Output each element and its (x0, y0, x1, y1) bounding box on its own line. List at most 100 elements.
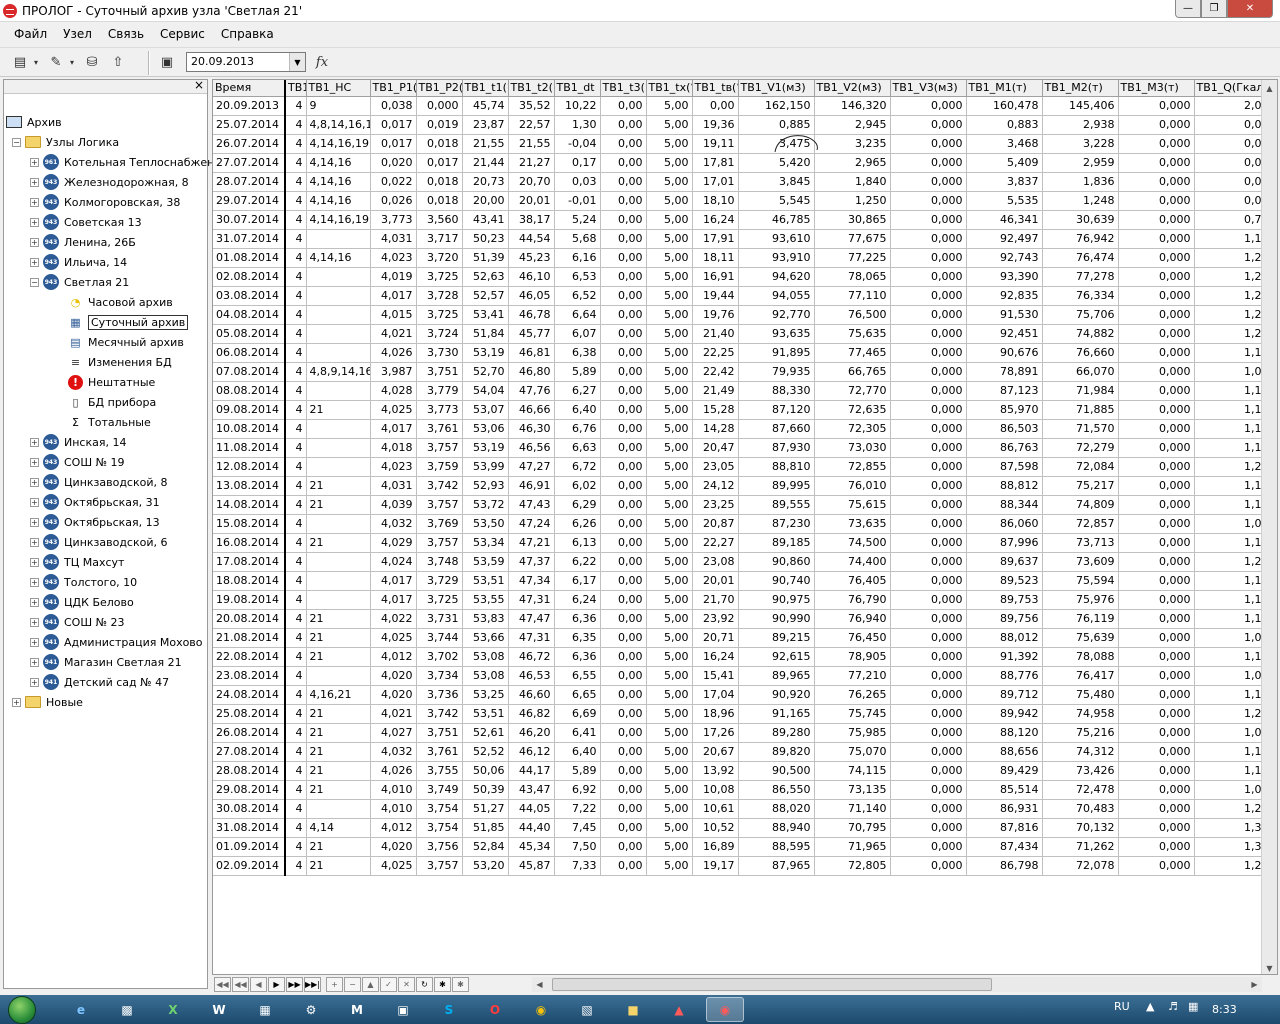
table-cell[interactable]: 0,000 (890, 647, 967, 667)
table-cell[interactable]: 4 (285, 666, 307, 686)
table-cell[interactable]: 0,00 (600, 742, 647, 762)
table-cell[interactable]: 5,24 (554, 210, 601, 230)
table-cell[interactable]: 72,635 (814, 400, 891, 420)
table-cell[interactable]: 75,217 (1042, 476, 1119, 496)
menu-service[interactable]: Сервис (160, 27, 205, 41)
table-cell[interactable]: 3,717 (416, 229, 463, 249)
table-cell[interactable]: 74,312 (1042, 742, 1119, 762)
table-cell[interactable]: 47,47 (508, 609, 555, 629)
table-cell[interactable]: 51,39 (462, 248, 509, 268)
table-cell[interactable]: 4 (285, 191, 307, 211)
table-row[interactable]: 02.08.2014 4 4,019 3,725 52,63 46,10 6,53 0,00 5… (213, 267, 1273, 287)
collapse-icon[interactable]: − (12, 137, 21, 147)
table-cell[interactable]: 21 (306, 476, 371, 496)
tree-node[interactable]: +941 Детский сад № 47 (30, 672, 169, 692)
table-cell[interactable]: 0,022 (370, 172, 417, 192)
table-cell[interactable]: 30,865 (814, 210, 891, 230)
table-cell[interactable]: 5,00 (646, 305, 693, 325)
table-cell[interactable]: 21 (306, 609, 371, 629)
table-cell[interactable]: 5,00 (646, 115, 693, 135)
tree-node[interactable]: +941 СОШ № 23 (30, 612, 125, 632)
table-cell[interactable]: 4,012 (370, 818, 417, 838)
table-cell[interactable]: 6,35 (554, 628, 601, 648)
table-cell[interactable]: 4 (285, 172, 307, 192)
table-cell[interactable]: 4 (285, 267, 307, 287)
table-cell[interactable]: 4,020 (370, 685, 417, 705)
table-row[interactable]: 25.07.2014 4 4,8,14,16,1 0,017 0,019 23,87 22,… (213, 115, 1273, 135)
table-cell[interactable]: 4,025 (370, 400, 417, 420)
table-cell[interactable]: 46,30 (508, 419, 555, 439)
table-cell[interactable]: 4 (285, 286, 307, 306)
table-cell[interactable]: 88,940 (738, 818, 815, 838)
table-cell[interactable]: 0,000 (890, 571, 967, 591)
table-cell[interactable]: 92,835 (966, 286, 1043, 306)
table-cell[interactable]: 0,00 (600, 609, 647, 629)
table-cell[interactable]: 0,000 (890, 96, 967, 116)
table-row[interactable]: 17.08.2014 4 4,024 3,748 53,59 47,37 6,22 0,00 5… (213, 552, 1273, 572)
table-cell[interactable]: 0,000 (890, 381, 967, 401)
table-cell[interactable]: 5,00 (646, 286, 693, 306)
column-header[interactable]: ТВ1_V2(м3) (814, 80, 891, 97)
table-cell[interactable]: 94,055 (738, 286, 815, 306)
table-cell[interactable]: 21 (306, 723, 371, 743)
table-cell[interactable]: 47,34 (508, 571, 555, 591)
table-cell[interactable]: 45,77 (508, 324, 555, 344)
expand-icon[interactable]: + (30, 217, 39, 227)
table-cell[interactable]: 6,76 (554, 419, 601, 439)
table-cell[interactable]: 89,523 (966, 571, 1043, 591)
table-cell[interactable]: 44,05 (508, 799, 555, 819)
table-cell[interactable]: 4 (285, 571, 307, 591)
table-cell[interactable]: 28.08.2014 (213, 761, 286, 781)
table-cell[interactable]: 0,000 (890, 134, 967, 154)
table-cell[interactable]: 4,022 (370, 609, 417, 629)
table-cell[interactable]: 0,000 (1118, 115, 1195, 135)
cancel-updates-button[interactable]: ✱ (452, 977, 469, 992)
table-cell[interactable]: 0,00 (600, 571, 647, 591)
table-cell[interactable]: 0,00 (600, 552, 647, 572)
table-cell[interactable]: 4,14,16 (306, 153, 371, 173)
table-cell[interactable]: 4 (285, 210, 307, 230)
table-cell[interactable]: 21 (306, 856, 371, 876)
table-cell[interactable]: 53,50 (462, 514, 509, 534)
table-cell[interactable]: 5,545 (738, 191, 815, 211)
mail-icon[interactable]: M (338, 997, 376, 1022)
table-cell[interactable]: 18,96 (692, 704, 739, 724)
table-cell[interactable]: 90,975 (738, 590, 815, 610)
table-cell[interactable]: 75,615 (814, 495, 891, 515)
table-cell[interactable] (306, 229, 371, 249)
clock[interactable]: 8:33 (1212, 1003, 1237, 1016)
table-cell[interactable]: 0,00 (600, 856, 647, 876)
table-cell[interactable]: 75,745 (814, 704, 891, 724)
table-cell[interactable]: 3,761 (416, 742, 463, 762)
table-cell[interactable]: 0,018 (416, 191, 463, 211)
table-cell[interactable]: 53,55 (462, 590, 509, 610)
table-cell[interactable]: 47,37 (508, 552, 555, 572)
table-cell[interactable]: 3,235 (814, 134, 891, 154)
table-cell[interactable]: 75,639 (1042, 628, 1119, 648)
table-cell[interactable]: 5,409 (966, 153, 1043, 173)
table-cell[interactable]: 46,60 (508, 685, 555, 705)
expand-icon[interactable]: + (30, 657, 39, 667)
table-cell[interactable]: 52,63 (462, 267, 509, 287)
table-cell[interactable]: 0,000 (890, 362, 967, 382)
table-cell[interactable]: 90,500 (738, 761, 815, 781)
table-cell[interactable]: 46,80 (508, 362, 555, 382)
table-cell[interactable]: 53,51 (462, 704, 509, 724)
table-cell[interactable]: 20,87 (692, 514, 739, 534)
table-cell[interactable] (306, 305, 371, 325)
table-cell[interactable]: 20,70 (508, 172, 555, 192)
table-cell[interactable]: 86,550 (738, 780, 815, 800)
table-cell[interactable]: 72,805 (814, 856, 891, 876)
table-cell[interactable]: 22,42 (692, 362, 739, 382)
table-cell[interactable]: 89,280 (738, 723, 815, 743)
table-cell[interactable]: 4,14 (306, 818, 371, 838)
table-cell[interactable] (306, 419, 371, 439)
table-cell[interactable]: 24,12 (692, 476, 739, 496)
tree-node[interactable]: +943 СОШ № 19 (30, 452, 125, 472)
table-cell[interactable]: 4,012 (370, 647, 417, 667)
table-cell[interactable]: 5,68 (554, 229, 601, 249)
table-cell[interactable]: 53,34 (462, 533, 509, 553)
table-cell[interactable]: 3,773 (416, 400, 463, 420)
chevron-down-icon[interactable]: ▼ (289, 53, 305, 71)
table-cell[interactable]: 46,66 (508, 400, 555, 420)
